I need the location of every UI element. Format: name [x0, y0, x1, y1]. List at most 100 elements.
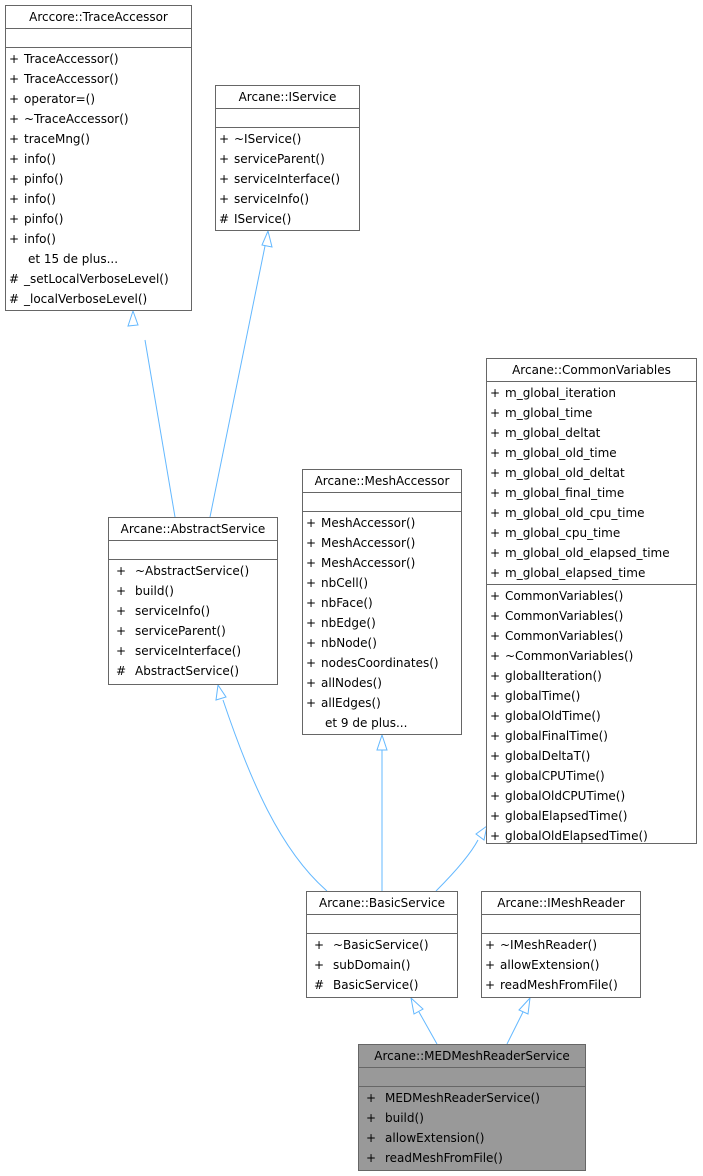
member-name[interactable]: serviceInfo(): [133, 601, 210, 621]
member-row[interactable]: + ~AbstractService(): [109, 561, 277, 581]
member-name[interactable]: m_global_old_cpu_time: [503, 503, 645, 523]
member-row[interactable]: + globalTime(): [487, 686, 696, 706]
member-row[interactable]: + globalDeltaT(): [487, 746, 696, 766]
member-name[interactable]: m_global_cpu_time: [503, 523, 620, 543]
member-row[interactable]: # AbstractService(): [109, 661, 277, 681]
member-name[interactable]: globalIteration(): [503, 666, 602, 686]
member-name[interactable]: MeshAccessor(): [319, 513, 415, 533]
member-row[interactable]: + build(): [109, 581, 277, 601]
member-row[interactable]: + globalOldCPUTime(): [487, 786, 696, 806]
member-name[interactable]: globalOldElapsedTime(): [503, 826, 648, 846]
more-members-link[interactable]: et 15 de plus...: [6, 249, 118, 269]
more-members-link[interactable]: et 9 de plus...: [303, 713, 407, 733]
member-name[interactable]: m_global_old_elapsed_time: [503, 543, 670, 563]
member-row[interactable]: + m_global_time: [487, 403, 696, 423]
member-name[interactable]: serviceInterface(): [232, 169, 340, 189]
member-row[interactable]: + info(): [6, 189, 191, 209]
member-name[interactable]: globalElapsedTime(): [503, 806, 627, 826]
class-title[interactable]: Arcane::IMeshReader: [482, 892, 640, 915]
member-name[interactable]: CommonVariables(): [503, 626, 623, 646]
member-name[interactable]: m_global_old_time: [503, 443, 617, 463]
member-row[interactable]: + ~IMeshReader(): [482, 935, 640, 955]
member-row[interactable]: + nbNode(): [303, 633, 461, 653]
member-row[interactable]: + serviceInterface(): [109, 641, 277, 661]
member-name[interactable]: m_global_time: [503, 403, 592, 423]
member-name[interactable]: _localVerboseLevel(): [22, 289, 147, 309]
class-title[interactable]: Arcane::BasicService: [307, 892, 457, 915]
member-row[interactable]: + MeshAccessor(): [303, 553, 461, 573]
member-name[interactable]: ~AbstractService(): [133, 561, 249, 581]
member-name[interactable]: serviceParent(): [133, 621, 226, 641]
member-name[interactable]: m_global_final_time: [503, 483, 624, 503]
member-name[interactable]: ~BasicService(): [331, 935, 429, 955]
member-row[interactable]: + MeshAccessor(): [303, 533, 461, 553]
class-title[interactable]: Arcane::AbstractService: [109, 518, 277, 541]
member-row[interactable]: + TraceAccessor(): [6, 49, 191, 69]
member-row[interactable]: + m_global_old_cpu_time: [487, 503, 696, 523]
member-row[interactable]: et 9 de plus...: [303, 713, 461, 733]
member-row[interactable]: + allEdges(): [303, 693, 461, 713]
member-name[interactable]: m_global_iteration: [503, 383, 616, 403]
member-row[interactable]: + globalOldElapsedTime(): [487, 826, 696, 846]
member-row[interactable]: + ~IService(): [216, 129, 359, 149]
member-name[interactable]: globalFinalTime(): [503, 726, 608, 746]
member-row[interactable]: + ~CommonVariables(): [487, 646, 696, 666]
member-row[interactable]: + MeshAccessor(): [303, 513, 461, 533]
member-row[interactable]: + readMeshFromFile(): [482, 975, 640, 995]
class-node-common-variables[interactable]: Arcane::CommonVariables + m_global_iterat…: [486, 358, 697, 844]
member-name[interactable]: globalOldCPUTime(): [503, 786, 625, 806]
member-name[interactable]: nbEdge(): [319, 613, 376, 633]
member-row[interactable]: + m_global_old_elapsed_time: [487, 543, 696, 563]
member-row[interactable]: + serviceInfo(): [216, 189, 359, 209]
member-row[interactable]: + m_global_old_time: [487, 443, 696, 463]
member-row[interactable]: + m_global_elapsed_time: [487, 563, 696, 583]
member-row[interactable]: + globalFinalTime(): [487, 726, 696, 746]
member-name[interactable]: subDomain(): [331, 955, 410, 975]
member-name[interactable]: globalDeltaT(): [503, 746, 590, 766]
member-name[interactable]: operator=(): [22, 89, 95, 109]
member-row[interactable]: + nbFace(): [303, 593, 461, 613]
member-name[interactable]: build(): [133, 581, 174, 601]
member-name[interactable]: m_global_elapsed_time: [503, 563, 645, 583]
member-row[interactable]: + allNodes(): [303, 673, 461, 693]
member-row[interactable]: + CommonVariables(): [487, 586, 696, 606]
member-name[interactable]: build(): [383, 1108, 424, 1128]
member-name[interactable]: pinfo(): [22, 169, 64, 189]
member-row[interactable]: + m_global_iteration: [487, 383, 696, 403]
member-name[interactable]: info(): [22, 229, 56, 249]
member-row[interactable]: + ~BasicService(): [307, 935, 457, 955]
member-row[interactable]: + pinfo(): [6, 209, 191, 229]
member-row[interactable]: + allowExtension(): [359, 1128, 585, 1148]
member-name[interactable]: AbstractService(): [133, 661, 239, 681]
member-name[interactable]: TraceAccessor(): [22, 69, 119, 89]
member-name[interactable]: CommonVariables(): [503, 586, 623, 606]
class-title[interactable]: Arcane::MeshAccessor: [303, 470, 461, 493]
member-row[interactable]: + TraceAccessor(): [6, 69, 191, 89]
member-row[interactable]: + traceMng(): [6, 129, 191, 149]
member-name[interactable]: traceMng(): [22, 129, 90, 149]
member-name[interactable]: globalTime(): [503, 686, 580, 706]
member-row[interactable]: + readMeshFromFile(): [359, 1148, 585, 1168]
member-row[interactable]: # _setLocalVerboseLevel(): [6, 269, 191, 289]
class-node-abstract-service[interactable]: Arcane::AbstractService + ~AbstractServic…: [108, 517, 278, 685]
class-node-basic-service[interactable]: Arcane::BasicService + ~BasicService() + su…: [306, 891, 458, 998]
member-row[interactable]: + build(): [359, 1108, 585, 1128]
member-row[interactable]: + globalOldTime(): [487, 706, 696, 726]
member-row[interactable]: + allowExtension(): [482, 955, 640, 975]
member-row[interactable]: + globalElapsedTime(): [487, 806, 696, 826]
member-row[interactable]: + serviceInterface(): [216, 169, 359, 189]
member-row[interactable]: # IService(): [216, 209, 359, 229]
member-row[interactable]: + CommonVariables(): [487, 606, 696, 626]
member-name[interactable]: globalCPUTime(): [503, 766, 605, 786]
member-name[interactable]: ~CommonVariables(): [503, 646, 633, 666]
member-name[interactable]: ~TraceAccessor(): [22, 109, 129, 129]
class-node-imesh-reader[interactable]: Arcane::IMeshReader + ~IMeshReader() + allo…: [481, 891, 641, 998]
member-name[interactable]: m_global_deltat: [503, 423, 600, 443]
member-row[interactable]: + m_global_final_time: [487, 483, 696, 503]
member-name[interactable]: CommonVariables(): [503, 606, 623, 626]
member-name[interactable]: serviceInterface(): [133, 641, 241, 661]
member-name[interactable]: MEDMeshReaderService(): [383, 1088, 540, 1108]
member-row[interactable]: + serviceParent(): [109, 621, 277, 641]
member-name[interactable]: _setLocalVerboseLevel(): [22, 269, 169, 289]
member-name[interactable]: serviceInfo(): [232, 189, 309, 209]
